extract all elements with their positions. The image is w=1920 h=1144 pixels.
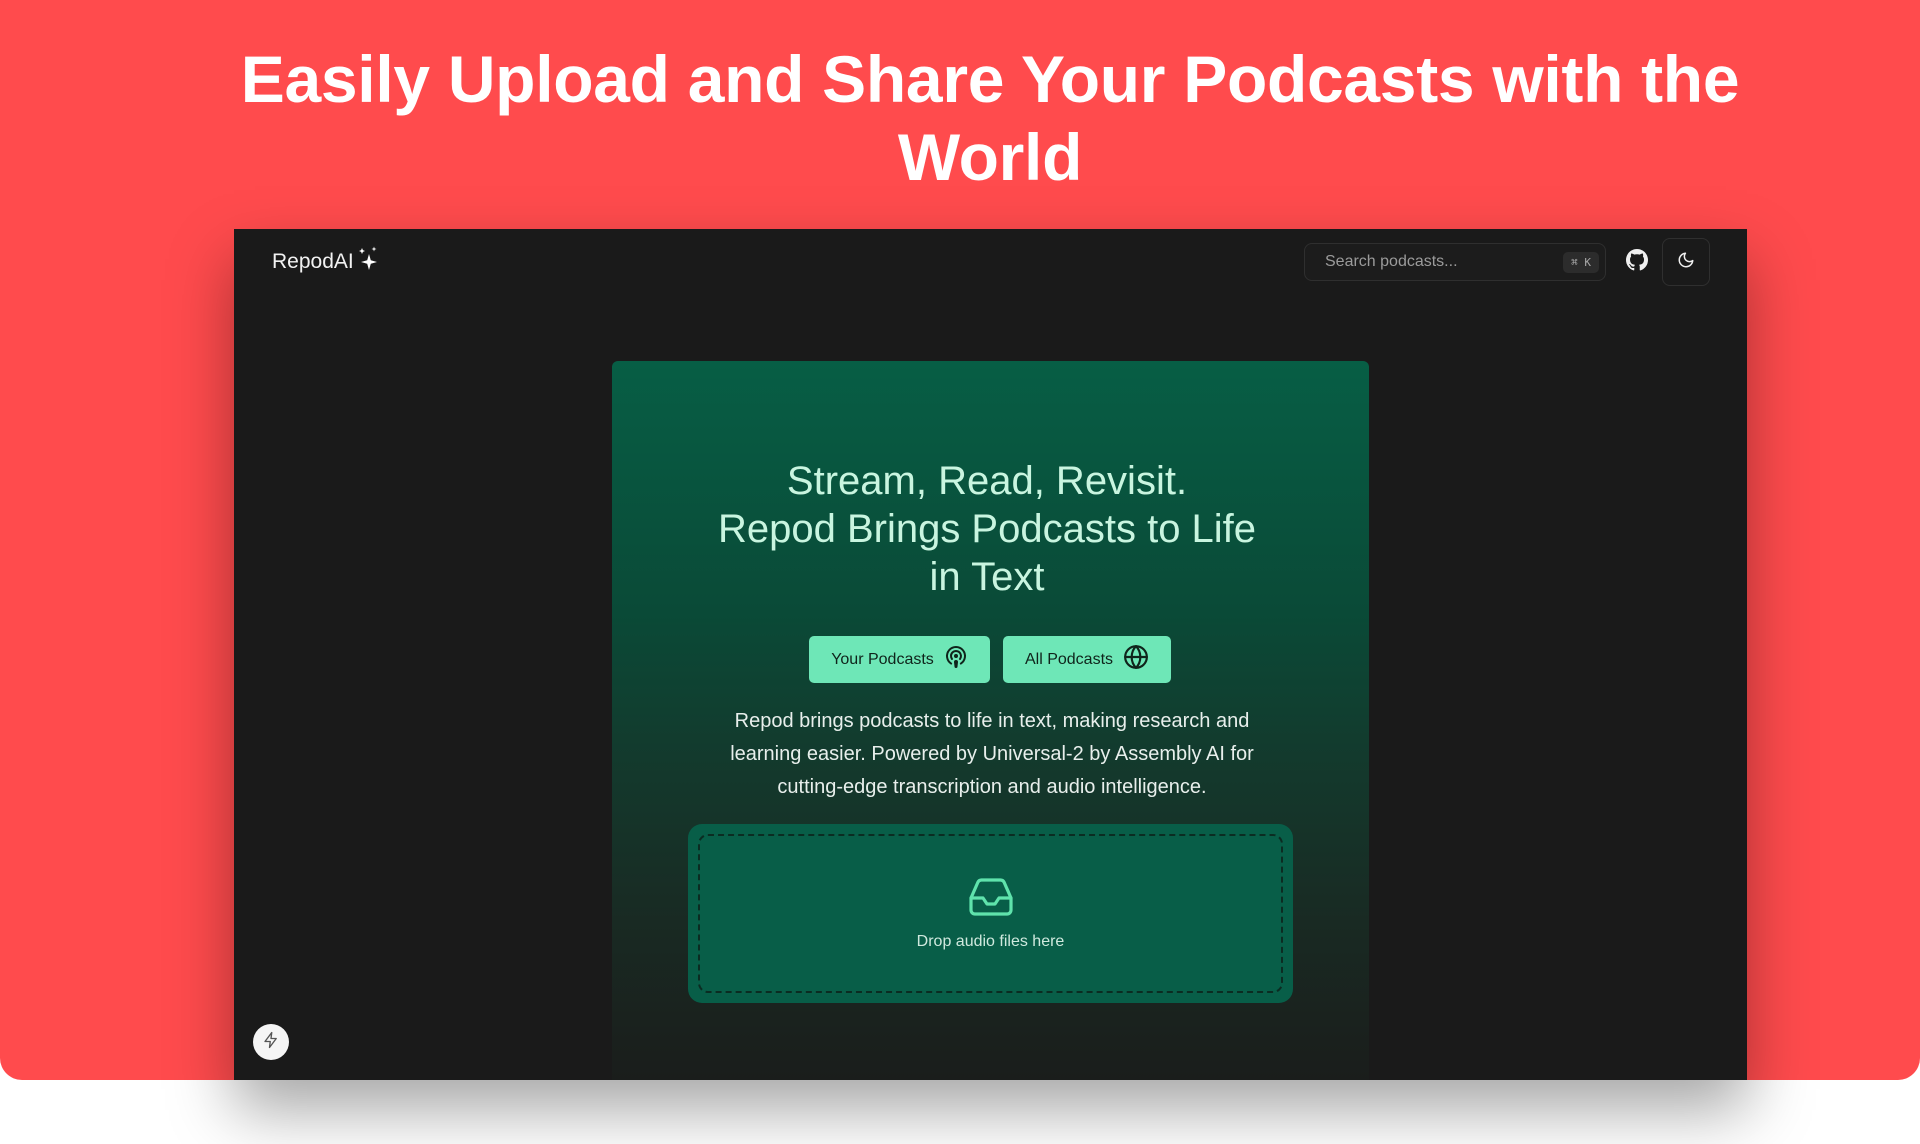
audio-dropzone[interactable]: Drop audio files here bbox=[688, 824, 1293, 1003]
brand-logo[interactable]: RepodAI bbox=[272, 246, 379, 274]
lightning-icon bbox=[262, 1031, 280, 1054]
globe-icon bbox=[1123, 644, 1149, 675]
github-icon bbox=[1626, 248, 1648, 276]
inbox-icon bbox=[967, 876, 1015, 921]
hero-title: Stream, Read, Revisit. Repod Brings Podc… bbox=[652, 457, 1322, 601]
your-podcasts-button[interactable]: Your Podcasts bbox=[809, 636, 990, 683]
github-button[interactable] bbox=[1614, 239, 1660, 285]
promo-headline: Easily Upload and Share Your Podcasts wi… bbox=[240, 42, 1740, 194]
shortcut-badge: ⌘ K bbox=[1563, 251, 1599, 273]
sparkles-icon bbox=[357, 246, 379, 272]
theme-toggle-button[interactable] bbox=[1662, 238, 1710, 286]
dropzone-label: Drop audio files here bbox=[916, 933, 1065, 950]
brand-name: RepodAI bbox=[272, 250, 354, 273]
all-podcasts-button[interactable]: All Podcasts bbox=[1003, 636, 1171, 683]
podcast-icon bbox=[944, 645, 968, 674]
your-podcasts-label: Your Podcasts bbox=[831, 650, 934, 668]
dev-tools-button[interactable] bbox=[253, 1024, 289, 1060]
hero-title-line: in Text bbox=[929, 555, 1045, 599]
app-window: RepodAI ⌘ K bbox=[234, 229, 1747, 1080]
hero-description: Repod brings podcasts to life in text, m… bbox=[730, 710, 1254, 798]
hero-title-line: Stream, Read, Revisit. bbox=[786, 459, 1188, 503]
hero-title-line: Repod Brings Podcasts to Life bbox=[717, 507, 1257, 551]
hero-card: Stream, Read, Revisit. Repod Brings Podc… bbox=[612, 361, 1369, 1080]
search-input[interactable] bbox=[1323, 252, 1564, 272]
moon-icon bbox=[1677, 251, 1695, 274]
dropzone-target[interactable]: Drop audio files here bbox=[698, 834, 1283, 993]
top-navbar: RepodAI ⌘ K bbox=[234, 229, 1747, 295]
all-podcasts-label: All Podcasts bbox=[1024, 650, 1114, 668]
search-box[interactable]: ⌘ K bbox=[1304, 243, 1606, 281]
